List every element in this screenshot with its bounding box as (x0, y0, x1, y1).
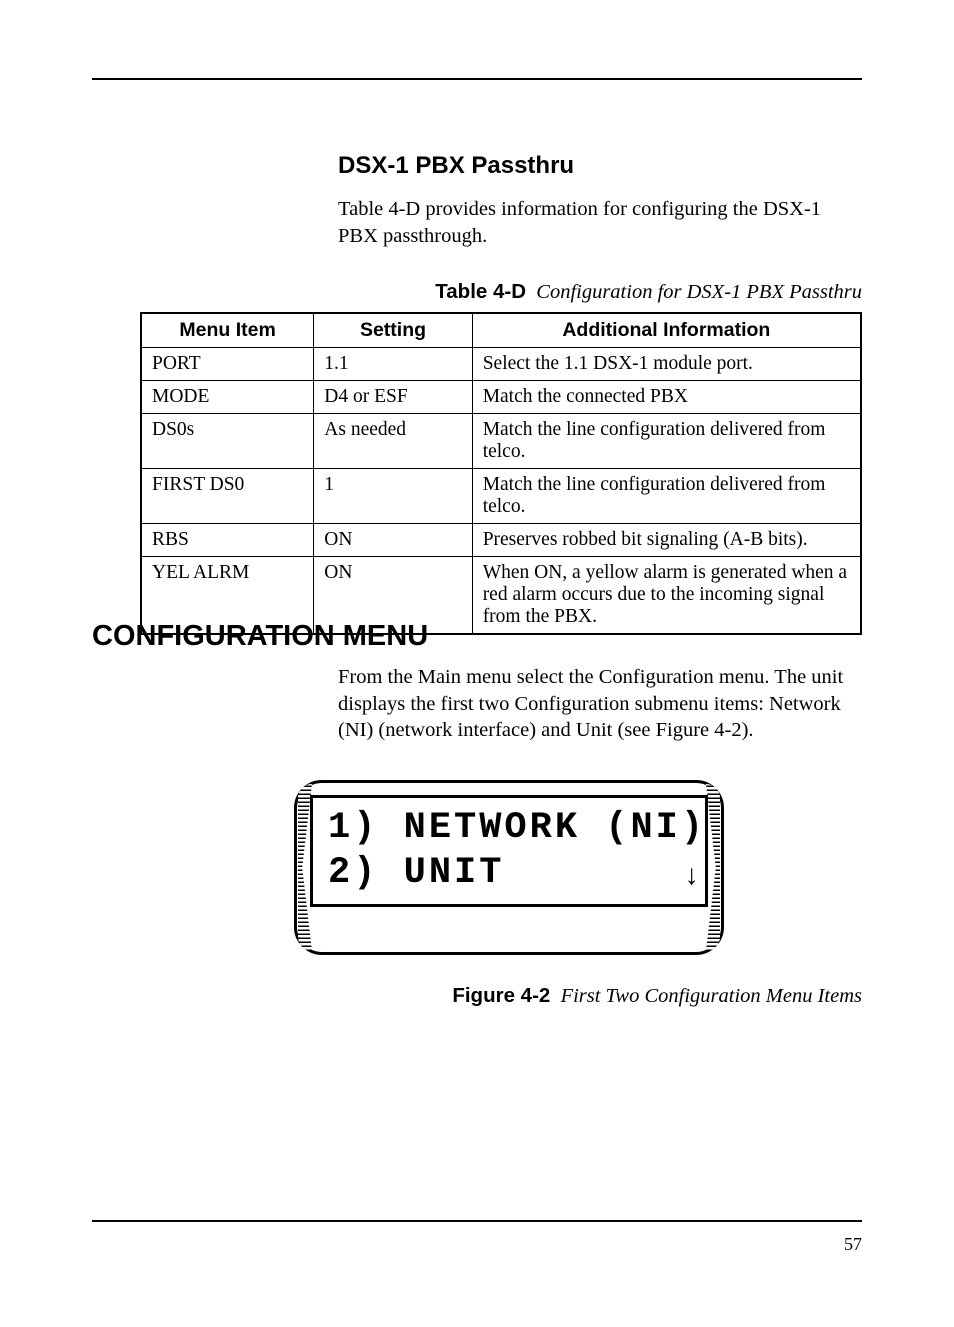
chevron-down-icon: ↓ (683, 862, 696, 893)
cell-menu-item: RBS (141, 524, 314, 557)
table-row: DS0s As needed Match the line configurat… (141, 414, 861, 469)
cell-setting: 1.1 (314, 348, 472, 381)
lcd-text: 1) NETWORK (NI) 2) UNIT (328, 806, 706, 896)
figure-caption-lead: Figure 4-2 (452, 984, 550, 1007)
section-title-dsx: DSX-1 PBX Passthru (338, 152, 574, 180)
cell-setting: D4 or ESF (314, 381, 472, 414)
cell-setting: ON (314, 524, 472, 557)
table-4d-container: Table 4-D Configuration for DSX-1 PBX Pa… (140, 280, 862, 635)
cell-info: Match the connected PBX (472, 381, 861, 414)
footer-rule (92, 1220, 862, 1222)
cell-setting: 1 (314, 469, 472, 524)
th-info: Additional Information (472, 313, 861, 348)
table-caption: Table 4-D Configuration for DSX-1 PBX Pa… (140, 280, 862, 304)
figure-caption: Figure 4-2 First Two Configuration Menu … (338, 984, 862, 1008)
page-number: 57 (844, 1234, 862, 1255)
cell-info: Preserves robbed bit signaling (A-B bits… (472, 524, 861, 557)
cell-menu-item: FIRST DS0 (141, 469, 314, 524)
cell-info: Select the 1.1 DSX-1 module port. (472, 348, 861, 381)
table-row: FIRST DS0 1 Match the line configuration… (141, 469, 861, 524)
table-header-row: Menu Item Setting Additional Information (141, 313, 861, 348)
cell-info: When ON, a yellow alarm is generated whe… (472, 557, 861, 635)
figure-caption-desc: First Two Configuration Menu Items (555, 985, 862, 1007)
table-caption-lead: Table 4-D (435, 280, 526, 303)
th-setting: Setting (314, 313, 472, 348)
header-rule (92, 78, 862, 80)
cell-info: Match the line configuration delivered f… (472, 469, 861, 524)
table-caption-desc: Configuration for DSX-1 PBX Passthru (531, 281, 862, 303)
cell-info: Match the line configuration delivered f… (472, 414, 861, 469)
th-menu-item: Menu Item (141, 313, 314, 348)
table-row: MODE D4 or ESF Match the connected PBX (141, 381, 861, 414)
cell-menu-item: DS0s (141, 414, 314, 469)
section-paragraph-config-menu: From the Main menu select the Configurat… (338, 664, 858, 744)
table-row: RBS ON Preserves robbed bit signaling (A… (141, 524, 861, 557)
cell-menu-item: MODE (141, 381, 314, 414)
section-title-config-menu: CONFIGURATION MENU (92, 620, 428, 653)
table-row: PORT 1.1 Select the 1.1 DSX-1 module por… (141, 348, 861, 381)
cell-setting: As needed (314, 414, 472, 469)
cell-menu-item: PORT (141, 348, 314, 381)
section-paragraph-dsx: Table 4-D provides information for confi… (338, 196, 838, 249)
config-table: Menu Item Setting Additional Information… (140, 312, 862, 635)
lcd-display: 1) NETWORK (NI) 2) UNIT ↓ (294, 780, 724, 955)
